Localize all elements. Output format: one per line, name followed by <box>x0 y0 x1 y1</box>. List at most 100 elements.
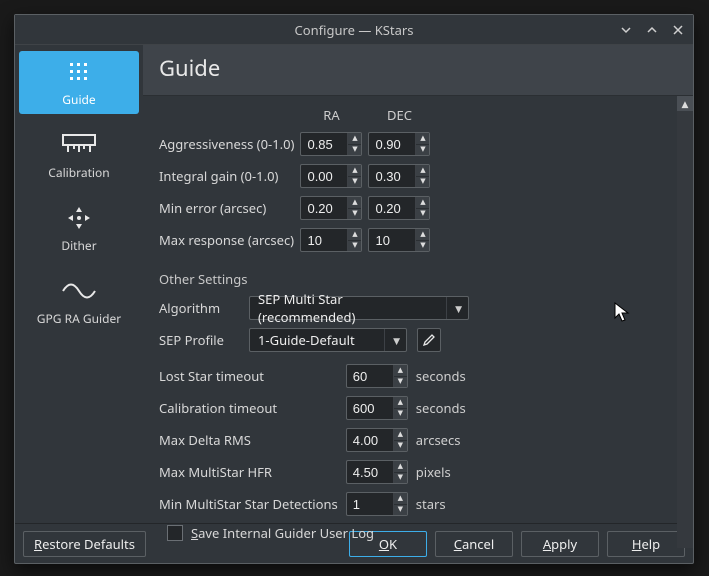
scroll-track[interactable] <box>677 111 693 548</box>
max-delta-rms-spin[interactable]: ▲▼ <box>346 428 408 452</box>
chevron-down-icon: ▼ <box>384 329 400 351</box>
spin-up[interactable]: ▲ <box>416 165 429 177</box>
min-multistar-detections-input[interactable] <box>347 493 393 515</box>
aggressiveness-dec-spin[interactable]: ▲▼ <box>368 132 430 156</box>
pencil-icon <box>422 333 436 347</box>
spin-up[interactable]: ▲ <box>416 197 429 209</box>
vertical-scrollbar[interactable]: ▲ <box>677 96 693 548</box>
spin-up[interactable]: ▲ <box>348 133 361 145</box>
spin-down[interactable]: ▼ <box>394 377 407 388</box>
sidebar-item-label: Dither <box>61 237 96 254</box>
aggressiveness-ra-input[interactable] <box>301 133 347 155</box>
integral-ra-input[interactable] <box>301 165 347 187</box>
sidebar-item-label: Calibration <box>48 164 109 181</box>
setting-row: Calibration timeout ▲▼ seconds <box>159 392 474 424</box>
titlebar-controls <box>615 15 689 45</box>
spin-down[interactable]: ▼ <box>348 209 361 220</box>
minerror-dec-input[interactable] <box>369 197 415 219</box>
spin-up[interactable]: ▲ <box>416 133 429 145</box>
spin-down[interactable]: ▼ <box>416 241 429 252</box>
setting-row: Max Delta RMS ▲▼ arcsecs <box>159 424 474 456</box>
spin-up[interactable]: ▲ <box>348 197 361 209</box>
sidebar-item-dither[interactable]: Dither <box>19 197 139 260</box>
column-ra: RA <box>300 102 368 128</box>
chevron-up-icon <box>646 24 658 36</box>
spin-up[interactable]: ▲ <box>394 397 407 409</box>
spin-up[interactable]: ▲ <box>416 229 429 241</box>
maxresp-ra-input[interactable] <box>301 229 347 251</box>
integral-dec-spin[interactable]: ▲▼ <box>368 164 430 188</box>
save-log-row: SSave Internal Guider User Logave Intern… <box>159 524 667 542</box>
algorithm-combo[interactable]: SEP Multi Star (recommended) ▼ <box>249 296 469 320</box>
column-dec: DEC <box>368 102 436 128</box>
maxresp-ra-spin[interactable]: ▲▼ <box>300 228 362 252</box>
calibration-timeout-input[interactable] <box>347 397 393 419</box>
aggressiveness-ra-spin[interactable]: ▲▼ <box>300 132 362 156</box>
restore-defaults-button[interactable]: RRestore Defaultsestore Defaults <box>23 531 146 557</box>
maxresp-dec-input[interactable] <box>369 229 415 251</box>
maximize-button[interactable] <box>641 19 663 41</box>
save-log-label[interactable]: SSave Internal Guider User Logave Intern… <box>191 524 374 542</box>
param-label: Min error (arcsec) <box>159 192 300 224</box>
minerror-ra-input[interactable] <box>301 197 347 219</box>
calibration-icon <box>58 130 100 160</box>
page-title: Guide <box>143 45 693 96</box>
spin-down[interactable]: ▼ <box>394 473 407 484</box>
minimize-button[interactable] <box>615 19 637 41</box>
spin-down[interactable]: ▼ <box>394 441 407 452</box>
minerror-ra-spin[interactable]: ▲▼ <box>300 196 362 220</box>
setting-unit: seconds <box>416 392 474 424</box>
spin-down[interactable]: ▼ <box>416 177 429 188</box>
setting-label: Min MultiStar Star Detections <box>159 488 346 520</box>
max-multistar-hfr-spin[interactable]: ▲▼ <box>346 460 408 484</box>
spin-down[interactable]: ▼ <box>394 505 407 516</box>
integral-dec-input[interactable] <box>369 165 415 187</box>
lost-star-input[interactable] <box>347 365 393 387</box>
algorithm-value: SEP Multi Star (recommended) <box>258 290 436 326</box>
spin-down[interactable]: ▼ <box>416 145 429 156</box>
maxresp-dec-spin[interactable]: ▲▼ <box>368 228 430 252</box>
grid-icon <box>58 57 100 87</box>
sidebar-item-calibration[interactable]: Calibration <box>19 124 139 187</box>
setting-unit: seconds <box>416 360 474 392</box>
main-panel: Guide RA DEC Aggressiveness (0-1.0) ▲▼ ▲… <box>143 45 693 523</box>
sep-profile-combo[interactable]: 1-Guide-Default ▼ <box>249 328 407 352</box>
param-label: Integral gain (0-1.0) <box>159 160 300 192</box>
setting-unit: stars <box>416 488 474 520</box>
close-icon <box>672 24 684 36</box>
sidebar-item-guide[interactable]: Guide <box>19 51 139 114</box>
spin-down[interactable]: ▼ <box>416 209 429 220</box>
chevron-down-icon: ▼ <box>446 297 462 319</box>
edit-profile-button[interactable] <box>417 328 441 352</box>
spin-up[interactable]: ▲ <box>394 461 407 473</box>
integral-ra-spin[interactable]: ▲▼ <box>300 164 362 188</box>
close-button[interactable] <box>667 19 689 41</box>
spin-up[interactable]: ▲ <box>348 229 361 241</box>
sidebar-item-gpg[interactable]: GPG RA Guider <box>19 270 139 333</box>
other-settings-table: Lost Star timeout ▲▼ seconds Calibration… <box>159 360 474 520</box>
spin-up[interactable]: ▲ <box>348 165 361 177</box>
minerror-dec-spin[interactable]: ▲▼ <box>368 196 430 220</box>
setting-unit: arcsecs <box>416 424 474 456</box>
sep-profile-value: 1-Guide-Default <box>258 331 355 349</box>
sep-profile-row: SEP Profile 1-Guide-Default ▼ <box>159 328 667 352</box>
max-delta-rms-input[interactable] <box>347 429 393 451</box>
calibration-timeout-spin[interactable]: ▲▼ <box>346 396 408 420</box>
setting-row: Max MultiStar HFR ▲▼ pixels <box>159 456 474 488</box>
spin-down[interactable]: ▼ <box>348 177 361 188</box>
setting-label: Max MultiStar HFR <box>159 456 346 488</box>
max-multistar-hfr-input[interactable] <box>347 461 393 483</box>
spin-down[interactable]: ▼ <box>348 241 361 252</box>
titlebar: Configure — KStars <box>15 15 693 45</box>
spin-up[interactable]: ▲ <box>394 493 407 505</box>
min-multistar-detections-spin[interactable]: ▲▼ <box>346 492 408 516</box>
aggressiveness-dec-input[interactable] <box>369 133 415 155</box>
save-log-checkbox[interactable] <box>167 525 183 541</box>
spin-up[interactable]: ▲ <box>394 429 407 441</box>
scroll-up-button[interactable]: ▲ <box>677 96 693 111</box>
spin-down[interactable]: ▼ <box>394 409 407 420</box>
spin-up[interactable]: ▲ <box>394 365 407 377</box>
lost-star-spin[interactable]: ▲▼ <box>346 364 408 388</box>
setting-row: Min MultiStar Star Detections ▲▼ stars <box>159 488 474 520</box>
spin-down[interactable]: ▼ <box>348 145 361 156</box>
